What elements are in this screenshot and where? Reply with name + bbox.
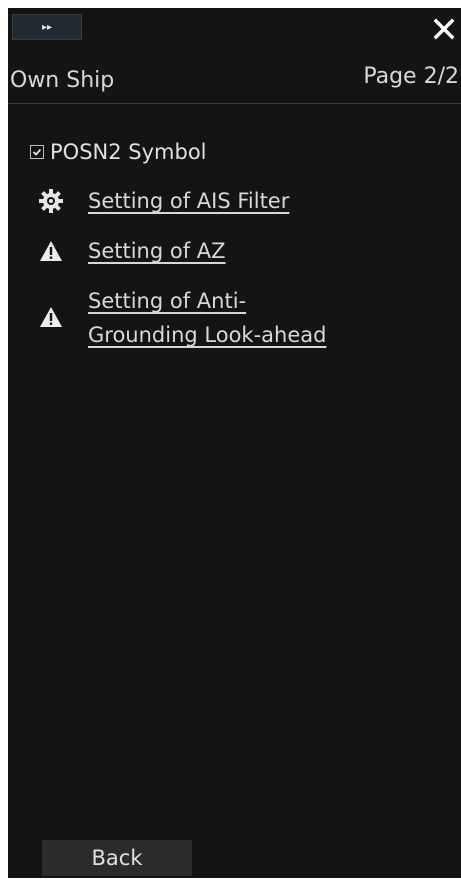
expand-button[interactable]: ▸▸: [12, 14, 82, 40]
back-button[interactable]: Back: [42, 840, 192, 876]
page-indicator: Page 2/2: [363, 64, 459, 89]
page-title: Own Ship: [10, 68, 115, 93]
close-icon: [433, 18, 455, 40]
ais-filter-link-row[interactable]: Setting of AIS Filter: [38, 184, 461, 218]
az-link-row[interactable]: Setting of AZ: [38, 234, 461, 268]
warning-icon: [38, 304, 64, 330]
posn2-symbol-checkbox-row[interactable]: POSN2 Symbol: [30, 140, 461, 164]
top-bar: ▸▸: [8, 8, 461, 44]
ais-filter-link[interactable]: Setting of AIS Filter: [88, 184, 388, 218]
anti-grounding-link[interactable]: Setting of Anti- Grounding Look-ahead: [88, 284, 388, 352]
anti-grounding-link-row[interactable]: Setting of Anti- Grounding Look-ahead: [38, 284, 461, 352]
close-button[interactable]: [429, 14, 459, 44]
panel-header: Own Ship Page 2/2: [8, 46, 461, 104]
az-link[interactable]: Setting of AZ: [88, 234, 388, 268]
fast-forward-icon: ▸▸: [41, 21, 53, 33]
posn2-symbol-checkbox[interactable]: [30, 145, 44, 159]
gear-icon: [38, 188, 64, 214]
posn2-symbol-label: POSN2 Symbol: [50, 140, 207, 164]
checkmark-icon: [32, 148, 42, 156]
own-ship-panel: ▸▸ Own Ship Page 2/2 POSN2 Symbol Settin…: [8, 8, 461, 878]
warning-icon: [38, 238, 64, 264]
